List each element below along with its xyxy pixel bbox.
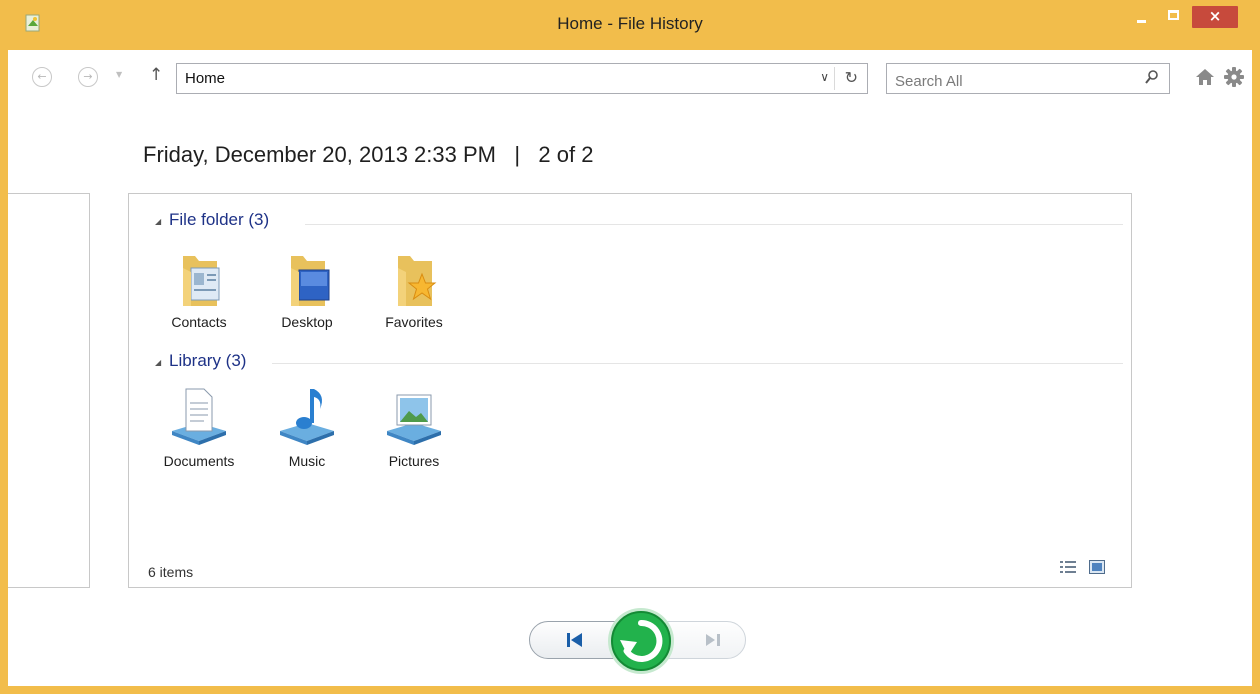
item-label: Contacts — [171, 314, 227, 330]
list-item-desktop[interactable]: Desktop — [257, 244, 357, 344]
desktop-folder-icon — [291, 256, 330, 306]
search-input[interactable] — [886, 63, 1170, 94]
title-bar[interactable]: Home - File History × — [0, 0, 1260, 50]
group-divider — [272, 363, 1123, 364]
list-item-documents[interactable]: Documents — [149, 383, 249, 483]
client-area: ← → ▼ ↑ Home ∨ ↻ Search All Friday, Dece… — [8, 50, 1252, 686]
minimize-button[interactable] — [1128, 6, 1154, 28]
snapshot-position: 2 of 2 — [538, 142, 594, 167]
restore-button[interactable] — [606, 606, 676, 676]
documents-library-icon — [172, 388, 226, 445]
heading-separator: | — [514, 142, 521, 167]
collapse-arrow-icon[interactable]: ◢ — [155, 358, 161, 367]
up-arrow-icon[interactable]: ↑ — [149, 65, 163, 85]
refresh-icon[interactable]: ↻ — [845, 68, 858, 87]
home-icon[interactable] — [1195, 67, 1215, 87]
item-count: 6 items — [148, 564, 194, 580]
list-item-favorites[interactable]: Favorites — [364, 244, 464, 344]
next-version-button[interactable] — [666, 621, 746, 659]
group-label[interactable]: Library (3) — [169, 351, 246, 371]
item-label: Documents — [163, 453, 235, 469]
pictures-library-icon — [387, 394, 441, 445]
details-view-icon[interactable] — [1060, 560, 1076, 574]
contacts-folder-icon — [183, 256, 220, 306]
music-library-icon — [280, 389, 334, 445]
maximize-button[interactable] — [1160, 6, 1186, 28]
forward-arrow-icon: → — [83, 70, 93, 83]
previous-version-icon — [567, 633, 582, 647]
item-label: Favorites — [385, 314, 443, 330]
gear-icon[interactable] — [1223, 66, 1245, 88]
back-button[interactable]: ← — [32, 67, 52, 87]
search-icon[interactable] — [1145, 69, 1159, 85]
large-icons-view-icon[interactable] — [1089, 560, 1105, 574]
address-dropdown-icon[interactable]: ∨ — [820, 70, 829, 84]
address-value[interactable]: Home — [185, 70, 225, 87]
snapshot-datetime: Friday, December 20, 2013 2:33 PM — [143, 142, 496, 167]
file-browser-pane: ◢ File folder (3) Contacts Desktop Favor… — [128, 193, 1132, 588]
file-history-window: Home - File History × ← → ▼ ↑ Home ∨ ↻ S… — [0, 0, 1260, 694]
collapse-arrow-icon[interactable]: ◢ — [155, 217, 161, 226]
address-bar[interactable]: Home ∨ ↻ — [176, 63, 868, 94]
maximize-icon — [1168, 10, 1179, 20]
recent-locations-dropdown[interactable]: ▼ — [116, 70, 122, 79]
minimize-icon — [1137, 20, 1146, 23]
item-label: Music — [288, 453, 326, 469]
list-item-music[interactable]: Music — [257, 383, 357, 483]
group-header-library[interactable]: ◢ Library (3) — [155, 351, 295, 373]
next-version-icon — [706, 634, 720, 646]
favorites-folder-icon — [398, 256, 437, 306]
item-label: Pictures — [388, 453, 440, 469]
back-arrow-icon: ← — [37, 70, 47, 83]
close-button[interactable]: × — [1192, 6, 1238, 28]
close-icon: × — [1208, 7, 1222, 25]
item-label: Desktop — [281, 314, 333, 330]
forward-button[interactable]: → — [78, 67, 98, 87]
group-divider — [305, 224, 1123, 225]
list-item-pictures[interactable]: Pictures — [364, 383, 464, 483]
address-divider — [834, 67, 835, 90]
snapshot-heading: Friday, December 20, 2013 2:33 PM | 2 of… — [143, 142, 593, 168]
group-header-file-folder[interactable]: ◢ File folder (3) — [155, 210, 315, 232]
window-title: Home - File History — [557, 14, 703, 33]
list-item-contacts[interactable]: Contacts — [149, 244, 249, 344]
group-label[interactable]: File folder (3) — [169, 210, 269, 230]
previous-snapshot-pane[interactable] — [8, 193, 90, 588]
